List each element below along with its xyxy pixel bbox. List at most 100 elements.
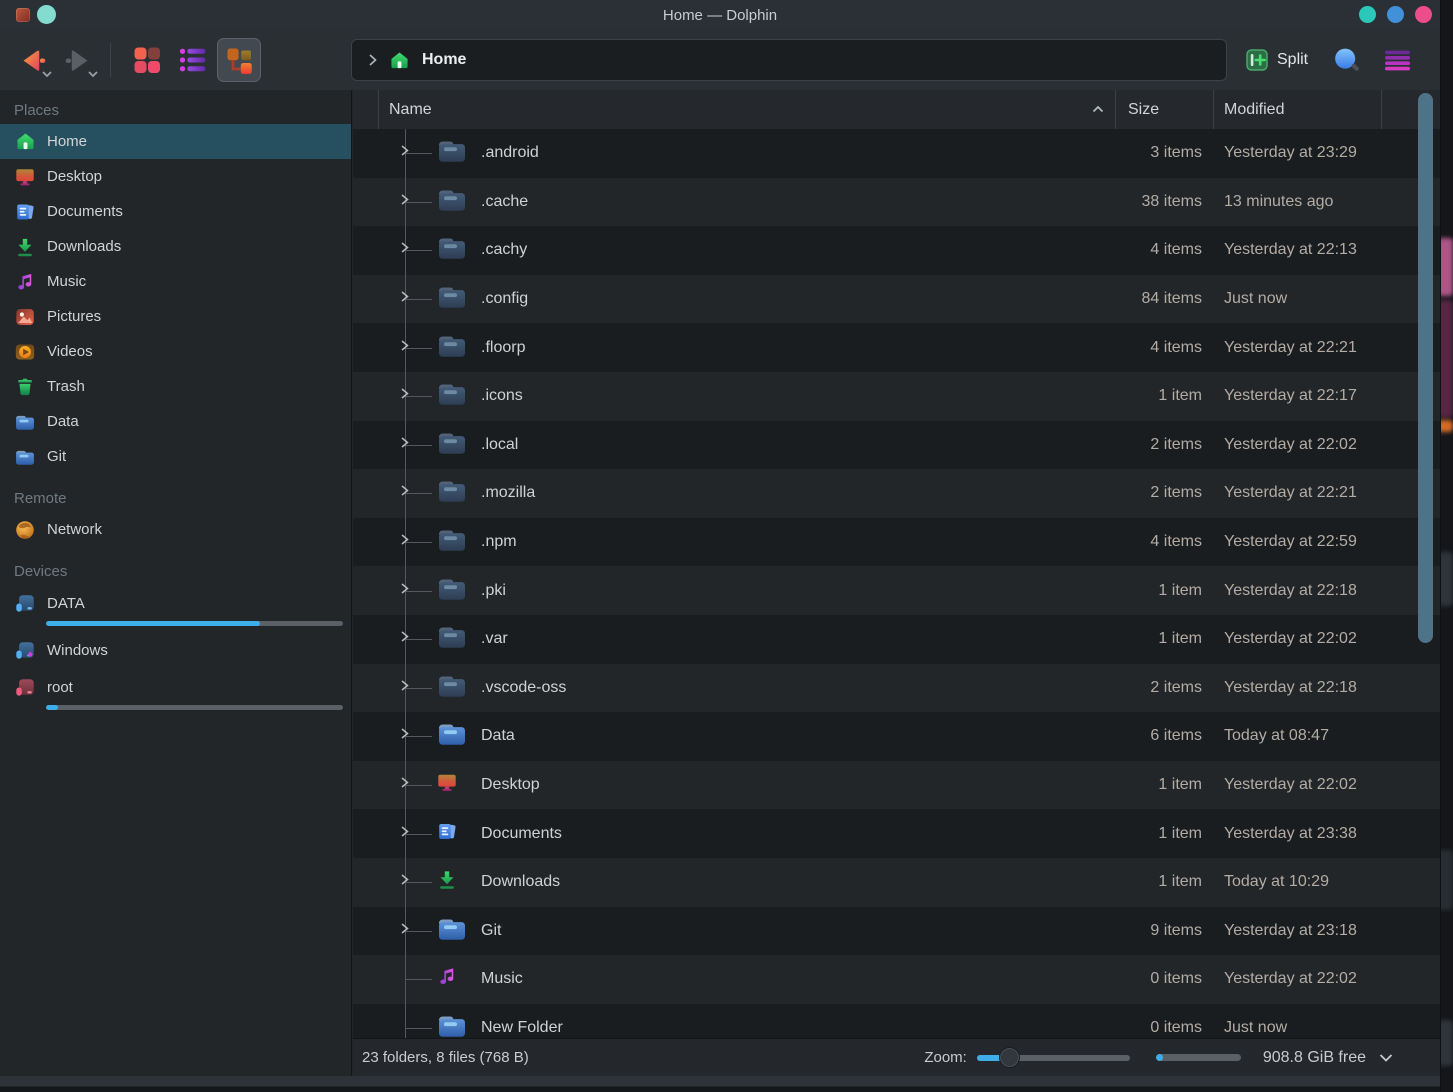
places-panel: PlacesHomeDesktopDocumentsDownloadsMusic… bbox=[0, 90, 352, 1076]
file-row-icons[interactable]: .icons1 itemYesterday at 22:17 bbox=[353, 372, 1440, 421]
maximize-button[interactable] bbox=[1387, 6, 1404, 23]
file-row-new-folder[interactable]: New Folder0 itemsJust now bbox=[353, 1004, 1440, 1038]
file-name[interactable]: Data bbox=[481, 727, 515, 745]
back-button[interactable] bbox=[12, 38, 56, 82]
file-name[interactable]: .npm bbox=[481, 533, 517, 551]
file-modified: Yesterday at 22:17 bbox=[1214, 387, 1382, 405]
expand-chevron-icon[interactable] bbox=[398, 143, 411, 163]
file-row-npm[interactable]: .npm4 itemsYesterday at 22:59 bbox=[353, 518, 1440, 567]
expand-chevron-icon[interactable] bbox=[398, 532, 411, 552]
file-row-desktop[interactable]: Desktop1 itemYesterday at 22:02 bbox=[353, 761, 1440, 810]
file-name[interactable]: Documents bbox=[481, 825, 562, 843]
file-name[interactable]: .floorp bbox=[481, 339, 525, 357]
file-row-git[interactable]: Git9 itemsYesterday at 23:18 bbox=[353, 907, 1440, 956]
expand-chevron-icon[interactable] bbox=[398, 338, 411, 358]
sidebar-item-pictures[interactable]: Pictures bbox=[0, 299, 351, 334]
file-row-cache[interactable]: .cache38 items13 minutes ago bbox=[353, 178, 1440, 227]
sidebar-item-network[interactable]: Network bbox=[0, 512, 351, 547]
file-row-cachy[interactable]: .cachy4 itemsYesterday at 22:13 bbox=[353, 226, 1440, 275]
file-name[interactable]: Downloads bbox=[481, 873, 560, 891]
file-name[interactable]: .android bbox=[481, 144, 539, 162]
sidebar-item-trash[interactable]: Trash bbox=[0, 369, 351, 404]
expand-chevron-icon[interactable] bbox=[398, 581, 411, 601]
file-row-data[interactable]: Data6 itemsToday at 08:47 bbox=[353, 712, 1440, 761]
sidebar-item-videos[interactable]: Videos bbox=[0, 334, 351, 369]
file-row-floorp[interactable]: .floorp4 itemsYesterday at 22:21 bbox=[353, 323, 1440, 372]
expand-chevron-icon[interactable] bbox=[398, 678, 411, 698]
expand-chevron-icon[interactable] bbox=[398, 240, 411, 260]
file-name[interactable]: .vscode-oss bbox=[481, 679, 566, 697]
file-name[interactable]: .pki bbox=[481, 582, 506, 600]
file-name[interactable]: Git bbox=[481, 922, 501, 940]
sidebar-item-data[interactable]: DATA bbox=[0, 585, 351, 632]
vertical-scrollbar[interactable] bbox=[1418, 93, 1433, 643]
folder-hidden-icon bbox=[436, 234, 468, 267]
split-button[interactable]: Split bbox=[1245, 48, 1308, 72]
expand-chevron-icon[interactable] bbox=[398, 629, 411, 649]
free-space-caret-icon[interactable] bbox=[1378, 1052, 1394, 1064]
file-name[interactable]: .config bbox=[481, 290, 528, 308]
icons-view-button[interactable] bbox=[125, 38, 169, 82]
zoom-slider-handle[interactable] bbox=[999, 1047, 1020, 1068]
hamburger-menu-icon[interactable] bbox=[1384, 48, 1411, 73]
expand-chevron-icon[interactable] bbox=[398, 921, 411, 941]
file-row-vscode-oss[interactable]: .vscode-oss2 itemsYesterday at 22:18 bbox=[353, 664, 1440, 713]
forward-button[interactable] bbox=[58, 38, 102, 82]
minimize-button[interactable] bbox=[1359, 6, 1376, 23]
close-button[interactable] bbox=[1415, 6, 1432, 23]
expand-chevron-icon[interactable] bbox=[398, 726, 411, 746]
expand-chevron-icon[interactable] bbox=[398, 872, 411, 892]
sidebar-item-data[interactable]: Data bbox=[0, 404, 351, 439]
sidebar-item-label: Documents bbox=[47, 203, 123, 220]
file-name[interactable]: .local bbox=[481, 436, 518, 454]
sidebar-item-git[interactable]: Git bbox=[0, 439, 351, 474]
file-row-music[interactable]: Music0 itemsYesterday at 22:02 bbox=[353, 955, 1440, 1004]
sidebar-item-downloads[interactable]: Downloads bbox=[0, 229, 351, 264]
file-name[interactable]: .var bbox=[481, 630, 508, 648]
expand-chevron-icon[interactable] bbox=[398, 289, 411, 309]
forward-history-caret-icon[interactable] bbox=[87, 69, 99, 79]
expand-chevron-icon[interactable] bbox=[398, 435, 411, 455]
expand-chevron-icon[interactable] bbox=[398, 192, 411, 212]
file-row-downloads[interactable]: Downloads1 itemToday at 10:29 bbox=[353, 858, 1440, 907]
file-name[interactable]: .cache bbox=[481, 193, 528, 211]
details-view-button[interactable] bbox=[217, 38, 261, 82]
back-history-caret-icon[interactable] bbox=[41, 69, 53, 79]
search-icon[interactable] bbox=[1332, 46, 1360, 74]
folder-hidden-icon bbox=[436, 185, 468, 218]
file-row-mozilla[interactable]: .mozilla2 itemsYesterday at 22:21 bbox=[353, 469, 1440, 518]
breadcrumb-location[interactable]: Home bbox=[422, 51, 466, 69]
file-row-config[interactable]: .config84 itemsJust now bbox=[353, 275, 1440, 324]
file-name[interactable]: New Folder bbox=[481, 1019, 563, 1037]
titlebar[interactable]: Home — Dolphin bbox=[0, 0, 1440, 30]
file-name[interactable]: Desktop bbox=[481, 776, 540, 794]
compact-view-button[interactable] bbox=[171, 38, 215, 82]
sidebar-item-home[interactable]: Home bbox=[0, 124, 351, 159]
file-name[interactable]: .icons bbox=[481, 387, 523, 405]
zoom-slider[interactable] bbox=[977, 1047, 1130, 1069]
file-row-pki[interactable]: .pki1 itemYesterday at 22:18 bbox=[353, 566, 1440, 615]
sidebar-item-music[interactable]: Music bbox=[0, 264, 351, 299]
expand-chevron-icon[interactable] bbox=[398, 775, 411, 795]
expand-chevron-icon[interactable] bbox=[398, 824, 411, 844]
sidebar-item-documents[interactable]: Documents bbox=[0, 194, 351, 229]
file-name[interactable]: .cachy bbox=[481, 241, 527, 259]
column-header-name[interactable]: Name bbox=[379, 90, 1116, 129]
file-name[interactable]: .mozilla bbox=[481, 484, 535, 502]
expand-chevron-icon[interactable] bbox=[398, 386, 411, 406]
expand-chevron-icon[interactable] bbox=[398, 483, 411, 503]
column-header-modified[interactable]: Modified bbox=[1214, 90, 1382, 129]
file-row-android[interactable]: .android3 itemsYesterday at 23:29 bbox=[353, 129, 1440, 178]
file-name[interactable]: Music bbox=[481, 970, 523, 988]
file-size: 2 items bbox=[1116, 436, 1214, 454]
file-row-documents[interactable]: Documents1 itemYesterday at 23:38 bbox=[353, 809, 1440, 858]
home-icon[interactable] bbox=[389, 50, 410, 71]
chevron-right-icon[interactable] bbox=[366, 52, 379, 68]
column-header-size[interactable]: Size bbox=[1116, 90, 1214, 129]
sidebar-item-desktop[interactable]: Desktop bbox=[0, 159, 351, 194]
file-row-local[interactable]: .local2 itemsYesterday at 22:02 bbox=[353, 421, 1440, 470]
file-row-var[interactable]: .var1 itemYesterday at 22:02 bbox=[353, 615, 1440, 664]
location-bar[interactable]: Home bbox=[351, 39, 1227, 81]
sidebar-item-root[interactable]: root bbox=[0, 669, 351, 716]
sidebar-item-windows[interactable]: Windows bbox=[0, 632, 351, 669]
